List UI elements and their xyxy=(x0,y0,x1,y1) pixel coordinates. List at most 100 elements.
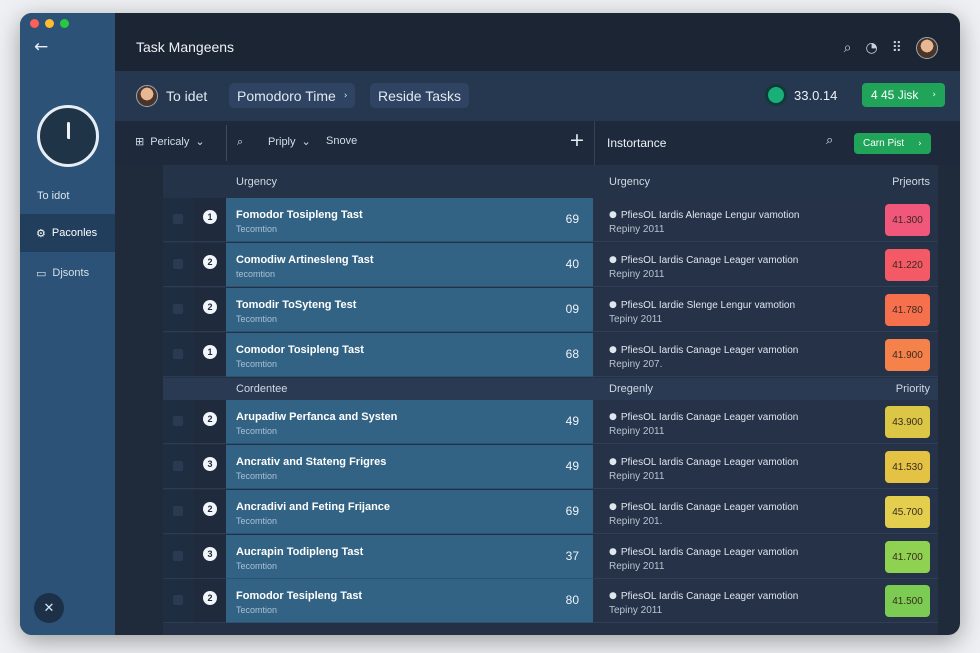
close-window-button[interactable] xyxy=(30,19,39,28)
column-header-projects[interactable]: Prjeorts xyxy=(892,176,930,188)
snove-label: Snove xyxy=(326,135,358,147)
info-icon: ● xyxy=(609,547,617,557)
task-cell[interactable]: Fomodor Tesipleng Tast Tecomtion 80 xyxy=(226,579,593,623)
detail-cell[interactable]: ● PfiesOL Iardis Canage Leager vamotion Re… xyxy=(593,535,938,579)
column-header-urgency[interactable]: Urgency xyxy=(163,165,593,198)
pomodoro-timer-button[interactable]: Pomodoro Time › xyxy=(229,83,356,108)
detail-cell[interactable]: ● PfiesOL Iardis Canage Leager vamotion Re… xyxy=(593,243,938,287)
priority-badge[interactable]: 41.300 xyxy=(885,204,930,236)
chevron-down-icon: ⌄ xyxy=(195,135,205,148)
priority-badge[interactable]: 45.700 xyxy=(885,496,930,528)
sidebar-item-paconles[interactable]: ⚙ Paconles xyxy=(20,214,115,252)
grid-icon[interactable]: ⠿ xyxy=(892,40,902,56)
user-pill[interactable]: To idet xyxy=(136,83,215,108)
priority-badge[interactable]: 41.500 xyxy=(885,585,930,617)
table-row[interactable]: 2 Ancradivi and Feting Frijance Tecomtion 6… xyxy=(163,490,938,534)
task-title: Comodor Tosipleng Tast xyxy=(236,344,364,356)
detail-cell[interactable]: ● PfiesOL Iardis Canage Leager vamotion Re… xyxy=(593,400,938,444)
row-checkbox[interactable] xyxy=(173,416,183,426)
table-row[interactable]: 1 Comodor Tosipleng Tast Tecomtion 68 ● Pfies… xyxy=(163,333,938,377)
task-cell[interactable]: Comodiw Artinesleng Tast tecomtion 40 xyxy=(226,243,593,287)
add-task-button[interactable]: 4 45 Jisk › xyxy=(862,83,945,107)
page-title: Task Mangeens xyxy=(136,39,235,55)
row-checkbox-cell[interactable] xyxy=(163,535,194,579)
row-checkbox-cell[interactable] xyxy=(163,445,194,489)
detail-cell[interactable]: ● PfiesOL Iardis Canage Leager vamotion Re… xyxy=(593,445,938,489)
detail-text: PfiesOL Iardis Canage Leager vamotion xyxy=(620,457,799,468)
user-search-icon[interactable]: ◔ xyxy=(866,40,878,56)
carn-pist-button[interactable]: Carn Pist › xyxy=(854,133,931,154)
minimize-window-button[interactable] xyxy=(45,19,54,28)
table-row[interactable]: 2 Comodiw Artinesleng Tast tecomtion 40 ● Pfi… xyxy=(163,243,938,287)
row-checkbox-cell[interactable] xyxy=(163,243,194,287)
detail-cell[interactable]: ● PfiesOL Iardis Alenage Lengur vamotion R… xyxy=(593,198,938,242)
task-cell[interactable]: Ancradivi and Feting Frijance Tecomtion 69 xyxy=(226,490,593,534)
task-cell[interactable]: Comodor Tosipleng Tast Tecomtion 68 xyxy=(226,333,593,377)
row-number-badge: 3 xyxy=(203,457,217,471)
task-cell[interactable]: Tomodir ToSyteng Test Tecomtion 09 xyxy=(226,288,593,332)
snove-filter[interactable]: Snove xyxy=(326,135,357,147)
detail-date: Tepiny 2011 xyxy=(609,605,663,616)
row-checkbox-cell[interactable] xyxy=(163,400,194,444)
maximize-window-button[interactable] xyxy=(60,19,69,28)
task-subtitle: Tecomtion xyxy=(236,224,278,234)
row-checkbox[interactable] xyxy=(173,551,183,561)
detail-cell[interactable]: ● PfiesOL Iardis Canage Leager vamotion Re… xyxy=(593,490,938,534)
avatar[interactable] xyxy=(916,37,938,59)
sidebar-item-djsonts[interactable]: ▭ Djsonts xyxy=(20,254,115,292)
toolbar: To idet Pomodoro Time › Reside Tasks 33.… xyxy=(115,71,960,121)
row-checkbox-cell[interactable] xyxy=(163,288,194,332)
table-row[interactable]: 2 Arupadiw Perfanca and Systen Tecomtion 49… xyxy=(163,400,938,444)
table-row[interactable]: 2 Tomodir ToSyteng Test Tecomtion 09 ● PfiesO… xyxy=(163,288,938,332)
row-number-badge: 1 xyxy=(203,210,217,224)
row-number-cell: 2 xyxy=(194,490,226,534)
arrow-left-icon[interactable]: ← xyxy=(34,37,48,57)
row-checkbox[interactable] xyxy=(173,595,183,605)
task-value: 69 xyxy=(565,212,579,226)
row-checkbox[interactable] xyxy=(173,214,183,224)
priority-filter-dropdown[interactable]: Priply ⌄ xyxy=(268,135,311,148)
add-icon[interactable]: + xyxy=(569,129,585,151)
reside-tasks-button[interactable]: Reside Tasks xyxy=(370,83,470,108)
detail-cell[interactable]: ● PfiesOL Iardie Slenge Lengur vamotion Te… xyxy=(593,288,938,332)
column-header-urgency-right[interactable]: Urgency xyxy=(609,176,650,188)
row-checkbox-cell[interactable] xyxy=(163,333,194,377)
table-row[interactable]: 2 Fomodor Tesipleng Tast Tecomtion 80 ● Pfies… xyxy=(163,579,938,623)
close-icon[interactable]: ✕ xyxy=(34,593,64,623)
detail-text: PfiesOL Iardis Canage Leager vamotion xyxy=(620,255,799,266)
row-checkbox[interactable] xyxy=(173,259,183,269)
row-checkbox[interactable] xyxy=(173,349,183,359)
row-checkbox-cell[interactable] xyxy=(163,579,194,623)
task-cell[interactable]: Aucrapin Todipleng Tast Tecomtion 37 xyxy=(226,535,593,579)
priority-badge[interactable]: 43.900 xyxy=(885,406,930,438)
search-icon[interactable]: ⌕ xyxy=(844,40,852,56)
sidebar-item-label: Djsonts xyxy=(52,267,90,279)
priority-badge[interactable]: 41.700 xyxy=(885,541,930,573)
task-cell[interactable]: Ancrativ and Stateng Frigres Tecomtion 49 xyxy=(226,445,593,489)
table-row[interactable]: 3 Aucrapin Todipleng Tast Tecomtion 37 ● Pfie… xyxy=(163,535,938,579)
row-checkbox[interactable] xyxy=(173,304,183,314)
priority-badge[interactable]: 41.780 xyxy=(885,294,930,326)
priority-badge[interactable]: 41.220 xyxy=(885,249,930,281)
row-checkbox-cell[interactable] xyxy=(163,490,194,534)
task-title: Tomodir ToSyteng Test xyxy=(236,299,357,311)
table-row[interactable]: 1 Fomodor Tosipleng Tast Tecomtion 69 ● Pfies… xyxy=(163,198,938,242)
task-cell[interactable]: Arupadiw Perfanca and Systen Tecomtion 49 xyxy=(226,400,593,444)
row-checkbox[interactable] xyxy=(173,461,183,471)
table-row[interactable]: 3 Ancrativ and Stateng Frigres Tecomtion 49… xyxy=(163,445,938,489)
row-checkbox-cell[interactable] xyxy=(163,198,194,242)
detail-cell[interactable]: ● PfiesOL Iardis Canage Leager vamotion Re… xyxy=(593,333,938,377)
detail-line: ● PfiesOL Iardis Canage Leager vamotion xyxy=(609,255,798,266)
task-cell[interactable]: Fomodor Tosipleng Tast Tecomtion 69 xyxy=(226,198,593,242)
row-checkbox[interactable] xyxy=(173,506,183,516)
priority-badge[interactable]: 41.530 xyxy=(885,451,930,483)
detail-cell[interactable]: ● PfiesOL Iardis Canage Leager vamotion Te… xyxy=(593,579,938,623)
search-icon[interactable]: ⌕ xyxy=(826,133,833,148)
search-button[interactable]: ⌕ xyxy=(237,135,243,149)
detail-line: ● PfiesOL Iardis Canage Leager vamotion xyxy=(609,547,798,558)
info-icon: ● xyxy=(609,255,617,265)
row-number-cell: 2 xyxy=(194,579,226,623)
primary-filter-dropdown[interactable]: ⊞ Pericaly ⌄ xyxy=(135,135,205,148)
chevron-right-icon: › xyxy=(932,90,936,100)
priority-badge[interactable]: 41.900 xyxy=(885,339,930,371)
